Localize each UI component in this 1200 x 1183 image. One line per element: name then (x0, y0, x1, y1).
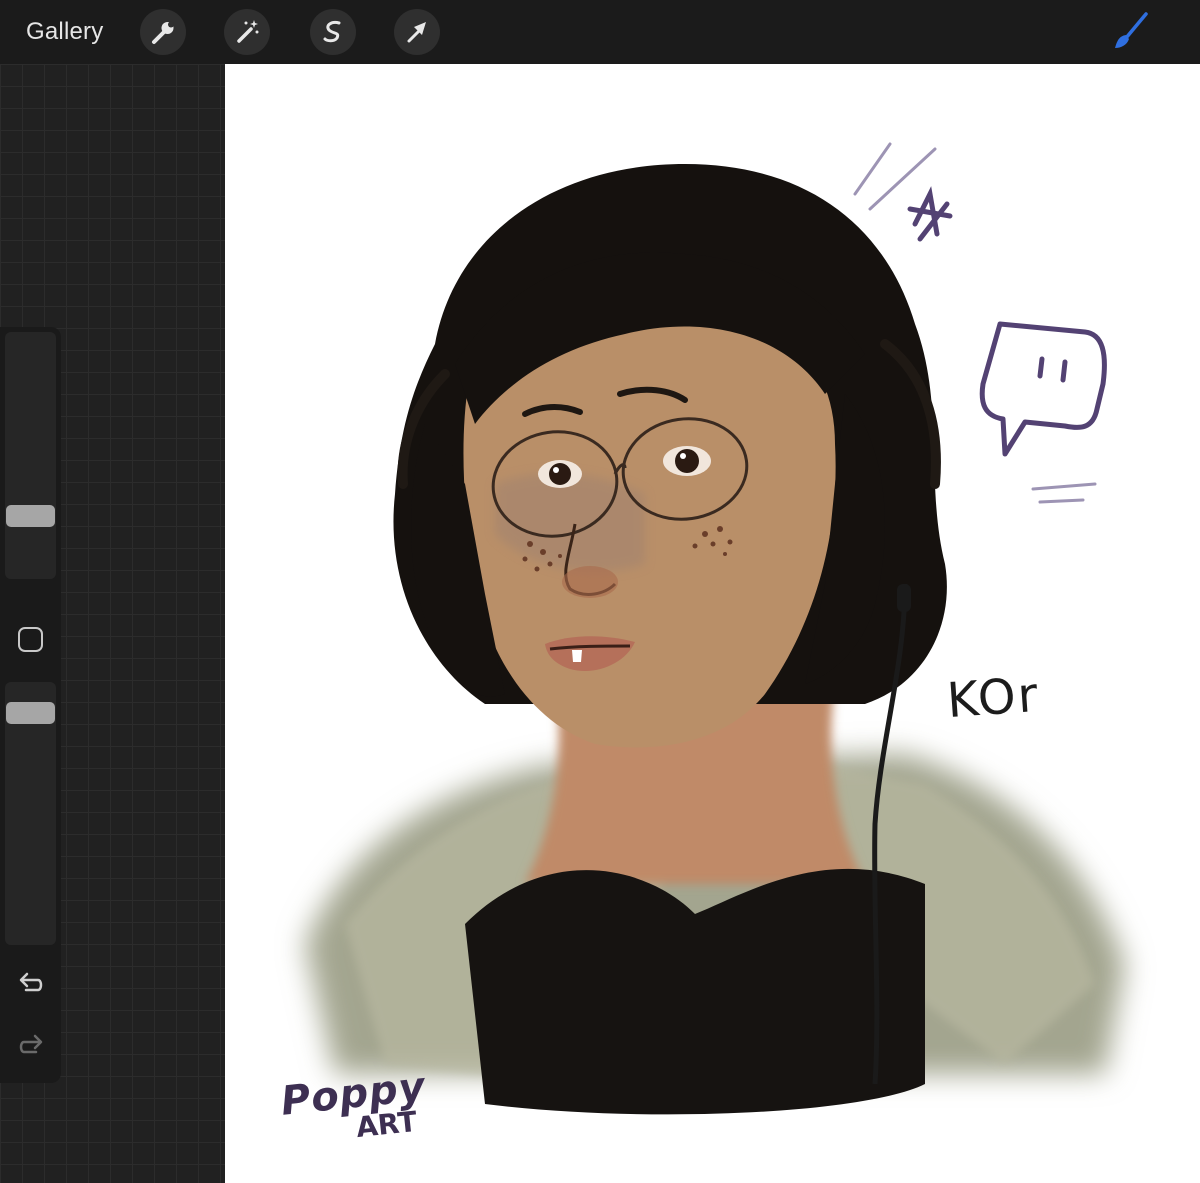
brush-icon (1115, 12, 1148, 48)
magic-wand-icon (237, 20, 259, 43)
actions-wrench-button[interactable] (140, 9, 186, 55)
gallery-button[interactable]: Gallery (26, 17, 103, 47)
transform-arrow-icon (407, 22, 426, 43)
drawing-canvas[interactable]: Poppy ART KOr (225, 64, 1200, 1183)
selection-icon (323, 21, 341, 43)
left-sidebar (0, 64, 225, 1183)
sidebar-tool-panel (0, 327, 61, 1083)
undo-button[interactable] (16, 970, 46, 998)
brush-tool-button[interactable] (1106, 8, 1154, 56)
redo-button[interactable] (16, 1032, 46, 1060)
brush-size-slider[interactable] (5, 332, 56, 579)
transform-button[interactable] (394, 9, 440, 55)
artist-signature: Poppy ART (279, 1064, 430, 1150)
wrench-icon (152, 21, 174, 44)
top-toolbar: Gallery (0, 0, 1200, 64)
undo-icon (19, 972, 43, 992)
handwritten-text: KOr (945, 666, 1042, 730)
opacity-slider-thumb[interactable] (6, 702, 55, 724)
redo-icon (19, 1034, 43, 1054)
adjustments-wand-button[interactable] (224, 9, 270, 55)
selection-button[interactable] (310, 9, 356, 55)
speech-bubble-doodle (979, 321, 1107, 457)
star-doodle (907, 186, 953, 242)
portrait-artwork (305, 142, 1125, 1115)
brush-size-slider-thumb[interactable] (6, 505, 55, 527)
square-modifier-icon[interactable] (18, 627, 43, 652)
